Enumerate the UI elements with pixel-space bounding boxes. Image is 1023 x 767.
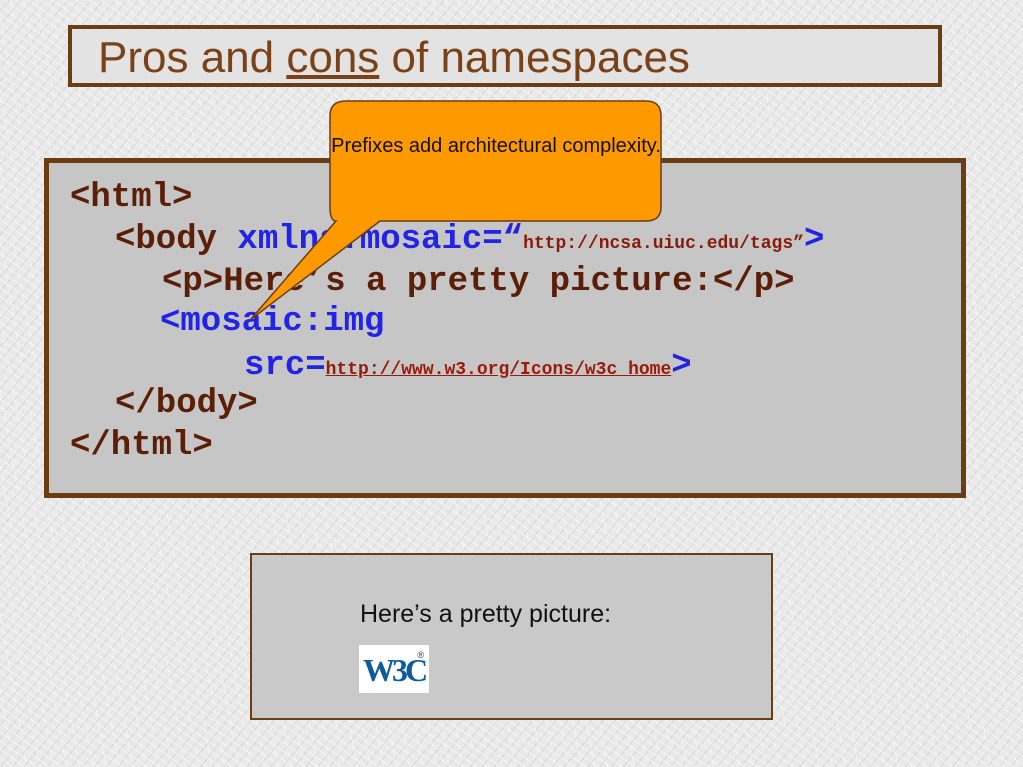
w3c-logo-registered-mark: ® bbox=[417, 650, 424, 660]
callout-text: Prefixes add architectural complexity. bbox=[331, 135, 661, 157]
rendered-output-box: Here’s a pretty picture: W3C ® bbox=[250, 553, 773, 720]
w3c-logo-icon: W3C ® bbox=[359, 645, 429, 693]
rendered-output-label: Here’s a pretty picture: bbox=[360, 600, 612, 628]
w3c-logo-text: W3C bbox=[363, 652, 428, 688]
